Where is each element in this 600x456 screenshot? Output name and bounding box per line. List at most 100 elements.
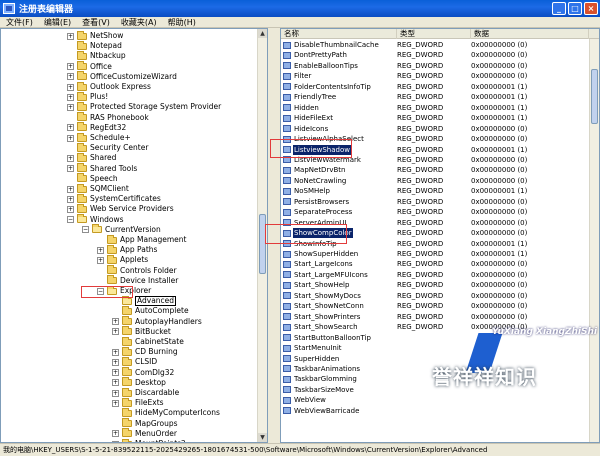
expand-icon[interactable]: + (112, 369, 119, 377)
tree-scroll-thumb[interactable] (259, 214, 266, 274)
scroll-down-arrow-icon[interactable]: ▼ (258, 433, 267, 442)
tree-item[interactable]: Speech (67, 173, 118, 184)
expand-icon[interactable]: + (67, 165, 74, 173)
tree-item[interactable]: + OfficeCustomizeWizard (67, 71, 177, 82)
menu-view[interactable]: 查看(V) (76, 17, 115, 28)
tree-item[interactable]: + CD Burning (112, 346, 178, 357)
tree-item[interactable]: + Protected Storage System Provider (67, 101, 221, 112)
tree-item[interactable]: App Management (97, 234, 186, 245)
column-header-name[interactable]: 名称 (281, 29, 397, 39)
value-row[interactable]: Start_LargeIcons REG_DWORD 0x00000000 (0) (281, 259, 599, 269)
tree-item[interactable]: − Windows (67, 214, 123, 225)
value-row[interactable]: Hidden REG_DWORD 0x00000001 (1) (281, 103, 599, 113)
registry-key-tree[interactable]: + NetShow Notepad Ntbackup + Office + OfficeCus… (0, 28, 268, 443)
expand-icon[interactable]: + (97, 256, 104, 264)
expand-icon[interactable]: + (112, 318, 119, 326)
tree-item[interactable]: + RegEdt32 (67, 122, 126, 133)
tree-item[interactable]: + FileExts (112, 397, 164, 408)
list-scroll-thumb[interactable] (591, 69, 598, 124)
tree-item[interactable]: Ntbackup (67, 50, 126, 61)
tree-item[interactable]: + SQMClient (67, 183, 129, 194)
value-row[interactable]: ShowSuperHidden REG_DWORD 0x00000001 (1) (281, 249, 599, 259)
collapse-icon[interactable]: − (82, 226, 89, 234)
tree-item[interactable]: MapGroups (112, 418, 178, 429)
value-row[interactable]: NoNetCrawling REG_DWORD 0x00000000 (0) (281, 176, 599, 186)
menu-file[interactable]: 文件(F) (0, 17, 38, 28)
value-row[interactable]: HideFileExt REG_DWORD 0x00000001 (1) (281, 113, 599, 123)
expand-icon[interactable]: + (67, 185, 74, 193)
tree-item[interactable]: + Shared Tools (67, 163, 137, 174)
menu-help[interactable]: 帮助(H) (162, 17, 201, 28)
value-row[interactable]: DisableThumbnailCache REG_DWORD 0x00000000… (281, 40, 599, 50)
menu-edit[interactable]: 编辑(E) (38, 17, 76, 28)
value-row[interactable]: PersistBrowsers REG_DWORD 0x00000000 (0) (281, 197, 599, 207)
value-row[interactable]: MapNetDrvBtn REG_DWORD 0x00000000 (0) (281, 165, 599, 175)
expand-icon[interactable]: + (67, 124, 74, 132)
value-row[interactable]: SeparateProcess REG_DWORD 0x00000000 (0) (281, 207, 599, 217)
expand-icon[interactable]: + (67, 93, 74, 101)
value-row[interactable]: Start_ShowMyDocs REG_DWORD 0x00000000 (0) (281, 291, 599, 301)
tree-item[interactable]: + Web Service Providers (67, 203, 174, 214)
tree-item[interactable]: + Plus! (67, 91, 108, 102)
maximize-button[interactable]: □ (568, 2, 582, 15)
menu-favorites[interactable]: 收藏夹(A) (115, 17, 162, 28)
value-row[interactable]: FriendlyTree REG_DWORD 0x00000001 (1) (281, 92, 599, 102)
tree-item[interactable]: + Outlook Express (67, 81, 151, 92)
expand-icon[interactable]: + (112, 399, 119, 407)
tree-item[interactable]: + NetShow (67, 30, 123, 41)
tree-item[interactable]: − CurrentVersion (82, 224, 161, 235)
value-row[interactable]: Start_ShowNetConn REG_DWORD 0x00000000 (0) (281, 301, 599, 311)
expand-icon[interactable]: + (67, 103, 74, 111)
tree-item[interactable]: + Desktop (112, 377, 166, 388)
value-row[interactable]: HideIcons REG_DWORD 0x00000000 (0) (281, 124, 599, 134)
expand-icon[interactable]: + (67, 205, 74, 213)
tree-item[interactable]: AutoComplete (112, 305, 189, 316)
value-row[interactable]: EnableBalloonTips REG_DWORD 0x00000000 (0) (281, 61, 599, 71)
value-row[interactable]: FolderContentsInfoTip REG_DWORD 0x00000001… (281, 82, 599, 92)
expand-icon[interactable]: + (67, 154, 74, 162)
tree-item[interactable]: Notepad (67, 40, 122, 51)
tree-item[interactable]: CabinetState (112, 336, 184, 347)
tree-item[interactable]: + MenuOrder (112, 428, 177, 439)
expand-icon[interactable]: + (97, 246, 104, 254)
tree-item[interactable]: + BitBucket (112, 326, 171, 337)
expand-icon[interactable]: + (67, 32, 74, 40)
value-row[interactable]: Start_ShowPrinters REG_DWORD 0x00000000 (0… (281, 312, 599, 322)
tree-item[interactable]: + Schedule+ (67, 132, 131, 143)
tree-item[interactable]: Device Installer (97, 275, 178, 286)
column-header-type[interactable]: 类型 (397, 29, 471, 39)
expand-icon[interactable]: + (112, 379, 119, 387)
close-button[interactable]: × (584, 2, 598, 15)
tree-item[interactable]: + CLSID (112, 356, 157, 367)
tree-item[interactable]: HideMyComputerIcons (112, 407, 220, 418)
tree-item[interactable]: + SystemCertificates (67, 193, 161, 204)
expand-icon[interactable]: + (112, 328, 119, 336)
expand-icon[interactable]: + (67, 83, 74, 91)
expand-icon[interactable]: + (67, 195, 74, 203)
expand-icon[interactable]: + (112, 389, 119, 397)
column-header-data[interactable]: 数据 (471, 29, 589, 39)
value-row[interactable]: DontPrettyPath REG_DWORD 0x00000000 (0) (281, 50, 599, 60)
scroll-up-arrow-icon[interactable]: ▲ (258, 29, 267, 38)
tree-item[interactable]: RAS Phonebook (67, 112, 149, 123)
tree-item[interactable]: + AutoplayHandlers (112, 316, 202, 327)
expand-icon[interactable]: + (112, 430, 119, 438)
collapse-icon[interactable]: − (67, 216, 74, 224)
tree-item[interactable]: + Applets (97, 254, 148, 265)
tree-item[interactable]: + ComDlg32 (112, 367, 174, 378)
tree-item[interactable]: + Discardable (112, 387, 179, 398)
tree-item[interactable]: + App Paths (97, 244, 157, 255)
expand-icon[interactable]: + (67, 73, 74, 81)
expand-icon[interactable]: + (67, 134, 74, 142)
value-row[interactable]: Filter REG_DWORD 0x00000000 (0) (281, 71, 599, 81)
expand-icon[interactable]: + (112, 348, 119, 356)
minimize-button[interactable]: _ (552, 2, 566, 15)
tree-item[interactable]: Security Center (67, 142, 148, 153)
expand-icon[interactable]: + (112, 358, 119, 366)
tree-item[interactable]: + Office (67, 61, 112, 72)
tree-item[interactable]: Controls Folder (97, 265, 177, 276)
value-row[interactable]: Start_ShowHelp REG_DWORD 0x00000000 (0) (281, 280, 599, 290)
expand-icon[interactable]: + (67, 63, 74, 71)
tree-item[interactable]: + Shared (67, 152, 116, 163)
value-row[interactable]: Start_LargeMFUIcons REG_DWORD 0x00000000 (… (281, 270, 599, 280)
